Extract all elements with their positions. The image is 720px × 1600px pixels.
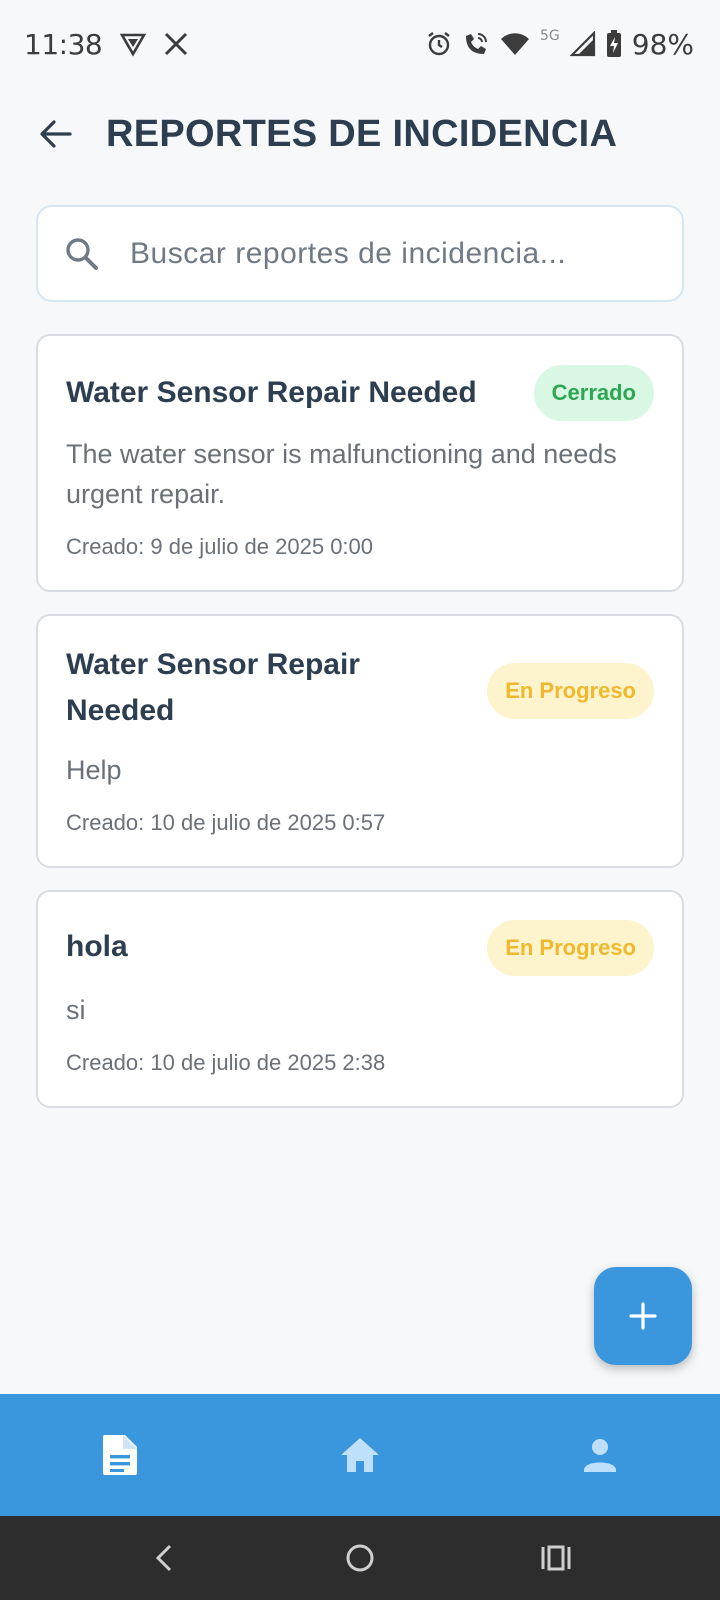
status-badge: En Progreso [487,920,654,976]
signal-icon [569,31,596,57]
back-button[interactable] [24,102,88,166]
battery-charging-icon [606,30,622,58]
recents-icon [540,1544,572,1572]
nav-item-reports[interactable] [60,1405,180,1505]
nav-item-home[interactable] [300,1405,420,1505]
add-report-button[interactable] [594,1267,692,1365]
report-description: The water sensor is malfunctioning and n… [66,439,617,509]
system-navigation-bar [0,1516,720,1600]
report-created-date: Creado: 10 de julio de 2025 2:38 [66,1050,386,1075]
status-badge: Cerrado [533,365,654,421]
report-title: Water Sensor Repair Needed [66,648,360,727]
search-icon [62,234,102,274]
home-icon [339,1436,381,1474]
plus-icon [628,1301,658,1331]
alarm-icon [426,31,452,57]
battery-percentage: 98% [631,27,694,61]
system-back-button[interactable] [134,1528,194,1588]
bottom-navigation [0,1394,720,1516]
report-created-date: Creado: 9 de julio de 2025 0:00 [66,534,374,559]
report-description: si [66,995,86,1025]
report-title: Water Sensor Repair Needed [66,376,477,409]
search-input[interactable] [130,236,670,271]
report-title: hola [66,930,128,963]
nav-item-profile[interactable] [540,1405,660,1505]
report-created-date: Creado: 10 de julio de 2025 0:57 [66,810,386,835]
search-box[interactable] [36,205,684,302]
status-bar: 11:38 5G 98% [0,0,720,88]
system-recents-button[interactable] [526,1528,586,1588]
report-card[interactable]: hola En Progreso si Creado: 10 de julio … [36,890,684,1108]
wifi-icon [500,31,530,57]
report-card[interactable]: Water Sensor Repair Needed En Progreso H… [36,614,684,868]
report-card[interactable]: Water Sensor Repair Needed Cerrado The w… [36,334,684,592]
app-header: REPORTES DE INCIDENCIA [0,96,720,172]
page-title: REPORTES DE INCIDENCIA [106,112,618,155]
person-icon [581,1436,619,1474]
arrow-back-icon [39,117,73,151]
system-home-button[interactable] [330,1528,390,1588]
network-type: 5G [540,28,560,44]
vpn-shield-icon [120,31,147,57]
circle-home-icon [344,1542,376,1574]
chevron-left-icon [152,1543,176,1573]
document-icon [101,1433,139,1477]
status-time: 11:38 [24,27,103,61]
wifi-calling-icon [462,30,490,58]
status-badge: En Progreso [487,663,654,719]
report-description: Help [66,755,122,785]
x-app-icon [164,32,188,56]
